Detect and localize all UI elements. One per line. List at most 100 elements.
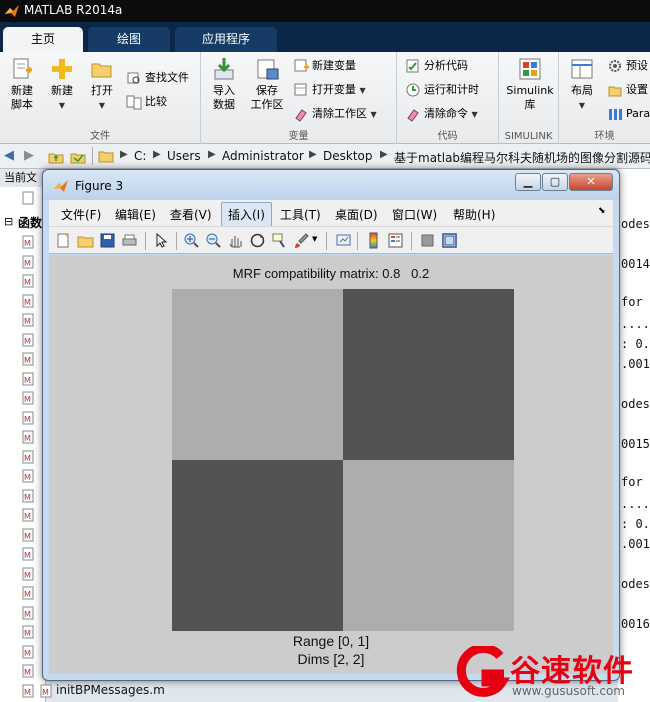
pan-hand-icon[interactable]: [227, 232, 244, 249]
compare-button[interactable]: 比较: [126, 92, 167, 112]
figure-canvas[interactable]: MRF compatibility matrix: 0.8 0.2 Range …: [49, 255, 613, 674]
run-and-time-label: 运行和计时: [424, 83, 479, 96]
command-window[interactable]: odes 0014 for....: 0. .001 odes 0015 for....: …: [618, 169, 650, 702]
figure-window: Figure 3 ▁ ▢ ✕ 文件(F) 编辑(E) 查看(V) 插入(I) 工…: [42, 169, 620, 681]
open-variable-button[interactable]: 打开变量 ▼: [293, 80, 366, 100]
m-file-icon[interactable]: M: [22, 645, 34, 659]
path-segment-project[interactable]: 基于matlab编程马尔科夫随机场的图像分割源码: [394, 149, 650, 166]
layout-button[interactable]: 布局 ▼: [563, 56, 601, 113]
path-segment-desktop[interactable]: Desktop: [323, 149, 373, 163]
menu-file[interactable]: 文件(F): [61, 206, 101, 223]
m-file-icon[interactable]: M: [22, 469, 34, 483]
new-script-icon: [13, 58, 32, 79]
m-file-icon[interactable]: M: [22, 274, 34, 288]
m-file-icon[interactable]: M: [22, 391, 34, 405]
m-file-icon[interactable]: M: [22, 430, 34, 444]
clear-workspace-button[interactable]: 清除工作区 ▼: [293, 104, 377, 124]
zoom-in-icon[interactable]: [183, 232, 200, 249]
menu-insert[interactable]: 插入(I): [221, 202, 272, 227]
menu-window[interactable]: 窗口(W): [392, 206, 437, 223]
m-file-icon[interactable]: M: [22, 294, 34, 308]
parallel-button[interactable]: Para: [607, 104, 650, 124]
new-variable-button[interactable]: 新建变量: [293, 56, 356, 76]
m-file-icon[interactable]: M: [22, 528, 34, 542]
chevron-down-icon[interactable]: ▼: [312, 235, 317, 243]
menu-tools[interactable]: 工具(T): [280, 206, 321, 223]
m-file-icon[interactable]: M: [22, 547, 34, 561]
select-arrow-icon[interactable]: [153, 232, 170, 249]
menu-help[interactable]: 帮助(H): [453, 206, 495, 223]
m-file-icon[interactable]: M: [22, 567, 34, 581]
link-plot-icon[interactable]: [335, 232, 352, 249]
menu-desktop[interactable]: 桌面(D): [335, 206, 378, 223]
watermark-logo-icon: [456, 646, 510, 697]
menu-view[interactable]: 查看(V): [170, 206, 212, 223]
open-button[interactable]: 打开 ▼: [86, 56, 118, 113]
m-file-icon[interactable]: M: [22, 255, 34, 269]
up-folder-icon[interactable]: [48, 149, 64, 165]
minimize-button[interactable]: ▁: [515, 173, 541, 191]
m-file-icon[interactable]: M: [22, 508, 34, 522]
m-file-icon[interactable]: M: [22, 625, 34, 639]
set-path-button[interactable]: 设置: [607, 80, 648, 100]
legend-icon[interactable]: [387, 232, 404, 249]
maximize-button[interactable]: ▢: [542, 173, 568, 191]
m-file-icon[interactable]: M: [22, 450, 34, 464]
hide-plot-tools-icon[interactable]: [419, 232, 436, 249]
path-segment-administrator[interactable]: Administrator: [222, 149, 304, 163]
tab-apps[interactable]: 应用程序: [175, 27, 277, 52]
save-icon[interactable]: [99, 232, 116, 249]
simulink-library-button[interactable]: Simulink 库: [505, 56, 555, 112]
browse-folder-icon[interactable]: [70, 149, 86, 165]
m-file-icon[interactable]: M: [22, 684, 34, 698]
brush-icon[interactable]: [293, 232, 310, 249]
path-segment-drive[interactable]: C:: [134, 149, 146, 163]
open-variable-label: 打开变量: [312, 83, 356, 96]
m-file-icon[interactable]: M: [22, 333, 34, 347]
m-file-icon[interactable]: M: [22, 313, 34, 327]
m-file-icon[interactable]: M: [22, 235, 34, 249]
m-file-icon[interactable]: M: [22, 586, 34, 600]
m-file-icon[interactable]: M: [22, 352, 34, 366]
close-button[interactable]: ✕: [569, 173, 613, 191]
preferences-button[interactable]: 预设: [607, 56, 648, 76]
chevron-down-icon: ▼: [578, 101, 586, 110]
m-file-icon[interactable]: M: [22, 372, 34, 386]
forward-arrow-icon[interactable]: ▶: [24, 148, 34, 163]
back-arrow-icon[interactable]: ◀: [4, 148, 14, 163]
clear-commands-button[interactable]: 清除命令 ▼: [405, 104, 478, 124]
svg-text:M: M: [24, 337, 31, 346]
new-script-button[interactable]: 新建 脚本: [4, 56, 40, 112]
import-data-button[interactable]: 导入 数据: [205, 56, 243, 112]
rotate-3d-icon[interactable]: [249, 232, 266, 249]
m-file-icon[interactable]: M: [22, 411, 34, 425]
zoom-out-icon[interactable]: [205, 232, 222, 249]
parallel-label: Para: [626, 107, 650, 120]
data-cursor-icon[interactable]: [271, 232, 288, 249]
path-segment-users[interactable]: Users: [167, 149, 201, 163]
find-files-button[interactable]: 查找文件: [126, 68, 189, 88]
analyze-code-button[interactable]: 分析代码: [405, 56, 468, 76]
figure-menu-bar: 文件(F) 编辑(E) 查看(V) 插入(I) 工具(T) 桌面(D) 窗口(W…: [49, 200, 613, 227]
show-plot-tools-icon[interactable]: [441, 232, 458, 249]
colorbar-icon[interactable]: [365, 232, 382, 249]
run-and-time-button[interactable]: 运行和计时: [405, 80, 479, 100]
dock-arrow-icon[interactable]: ⬊: [598, 206, 606, 216]
print-icon[interactable]: [121, 232, 138, 249]
m-file-icon[interactable]: M: [22, 489, 34, 503]
open-file-icon[interactable]: [77, 232, 94, 249]
figure-title-bar[interactable]: Figure 3 ▁ ▢ ✕: [43, 170, 619, 200]
tree-toggle-icon[interactable]: ⊟: [4, 215, 13, 228]
m-file-icon: M: [40, 684, 52, 698]
m-file-icon[interactable]: M: [22, 606, 34, 620]
command-output-line: 0014: [621, 257, 650, 271]
m-file-icon[interactable]: M: [22, 664, 34, 678]
file-init-bp-messages[interactable]: initBPMessages.m: [56, 683, 165, 697]
menu-edit[interactable]: 编辑(E): [115, 206, 156, 223]
new-button[interactable]: 新建 ▼: [46, 56, 78, 113]
save-workspace-button[interactable]: 保存 工作区: [247, 56, 287, 112]
app-title: MATLAB R2014a: [24, 3, 123, 17]
tab-home[interactable]: 主页: [3, 27, 83, 52]
new-figure-icon[interactable]: [55, 232, 72, 249]
tab-plots[interactable]: 绘图: [88, 27, 170, 52]
